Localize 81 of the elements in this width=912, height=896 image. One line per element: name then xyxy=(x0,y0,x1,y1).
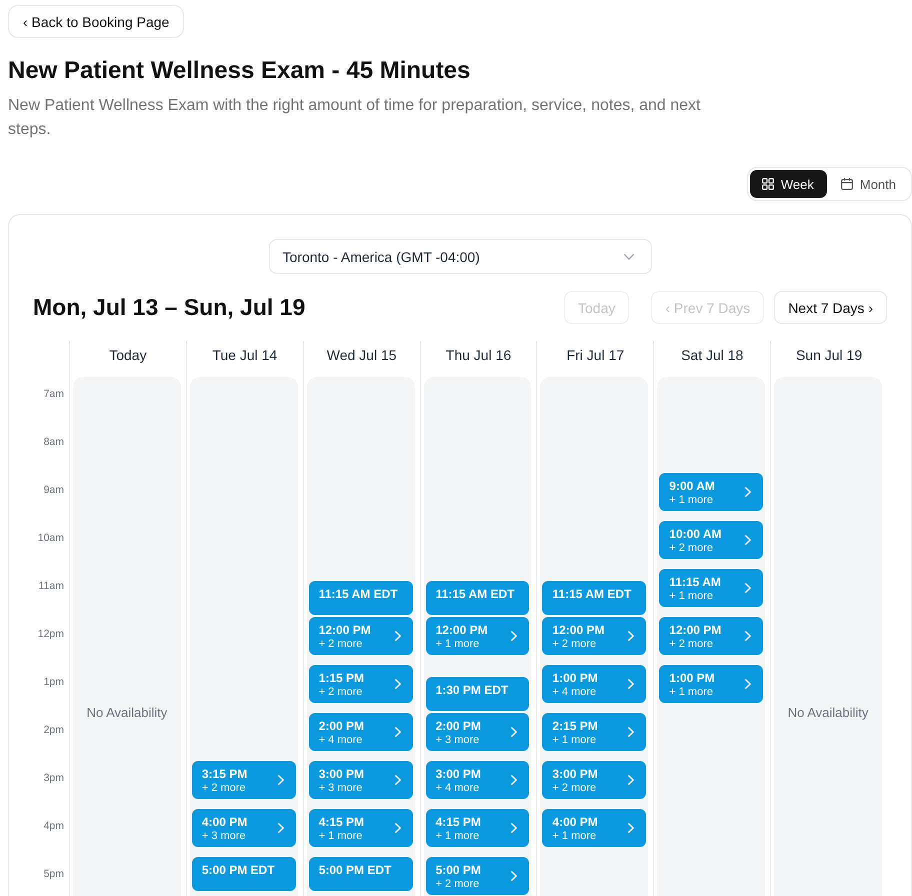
day-header: Wed Jul 15 xyxy=(326,346,398,365)
page-title: New Patient Wellness Exam - 45 Minutes xyxy=(8,56,470,86)
time-slot-button[interactable]: 9:00 AM + 1 more xyxy=(659,473,764,511)
chevron-right-icon xyxy=(628,679,634,689)
hour-label: 2pm xyxy=(44,724,64,736)
hour-label: 5pm xyxy=(44,868,64,880)
back-button[interactable]: ‹ Back to Booking Page xyxy=(8,5,184,38)
time-slot-button[interactable]: 5:00 PM EDT xyxy=(192,857,296,891)
chevron-right-icon xyxy=(628,631,634,641)
no-availability-label: No Availability xyxy=(788,705,868,721)
hour-label: 7am xyxy=(44,388,64,400)
day-header: Sun Jul 19 xyxy=(794,346,864,365)
time-slot-button[interactable]: 12:00 PM + 2 more xyxy=(659,617,764,655)
chevron-right-icon xyxy=(394,775,401,785)
hour-label: 10am xyxy=(38,532,64,544)
day-header: Fri Jul 17 xyxy=(566,346,626,365)
time-slot-button[interactable]: 3:00 PM + 2 more xyxy=(542,761,646,799)
time-slot-button[interactable]: 1:00 PM + 1 more xyxy=(659,665,764,703)
time-slot-button[interactable]: 3:00 PM + 4 more xyxy=(426,761,530,799)
chevron-right-icon xyxy=(394,679,401,689)
description: New Patient Wellness Exam with the right amount of time for preparation, service, notes, and next steps. xyxy=(8,96,702,140)
day-header: Thu Jul 16 xyxy=(444,346,512,365)
time-slot-button[interactable]: 2:00 PM + 4 more xyxy=(308,713,413,751)
chevron-right-icon xyxy=(511,775,518,785)
chevron-right-icon xyxy=(745,631,752,641)
hour-label: 9am xyxy=(44,484,64,496)
day-header: Sat Jul 18 xyxy=(680,346,744,365)
chevron-right-icon xyxy=(394,823,401,833)
time-slot-button[interactable]: 10:00 AM + 2 more xyxy=(659,521,764,559)
time-slot-button[interactable]: 4:00 PM + 3 more xyxy=(192,809,296,847)
chevron-right-icon xyxy=(511,871,518,881)
time-slot-button[interactable]: 5:00 PM + 2 more xyxy=(426,857,530,895)
time-slot-button[interactable]: 1:30 PM EDT xyxy=(426,677,530,711)
chevron-right-icon xyxy=(394,727,401,737)
time-slot-button[interactable]: 4:15 PM + 1 more xyxy=(426,809,530,847)
day-header: Today xyxy=(108,346,148,365)
hour-label: 4pm xyxy=(44,820,64,832)
chevron-right-icon xyxy=(278,823,284,833)
view-tab[interactable]: Week xyxy=(750,170,827,198)
view-tab[interactable]: Month xyxy=(828,170,909,198)
day-header: Tue Jul 14 xyxy=(211,346,278,365)
calendar-icon xyxy=(840,178,853,190)
time-slot-button[interactable]: 11:15 AM EDT xyxy=(308,581,413,615)
hour-label: 3pm xyxy=(44,772,64,784)
no-availability-label: No Availability xyxy=(86,705,168,721)
time-slot-button[interactable]: 3:15 PM + 2 more xyxy=(192,761,296,799)
chevron-right-icon xyxy=(628,823,634,833)
chevron-right-icon xyxy=(511,727,518,737)
time-slot-button[interactable]: 2:00 PM + 3 more xyxy=(426,713,530,751)
time-slot-button[interactable]: 4:00 PM + 1 more xyxy=(542,809,646,847)
time-slot-button[interactable]: 1:00 PM + 4 more xyxy=(542,665,646,703)
chevron-right-icon xyxy=(278,775,284,785)
time-slot-button[interactable]: 11:15 AM EDT xyxy=(426,581,530,615)
chevron-right-icon xyxy=(511,631,518,641)
hour-label: 1pm xyxy=(44,676,64,688)
time-slot-button[interactable]: 1:15 PM + 2 more xyxy=(308,665,413,703)
time-slot-button[interactable]: 12:00 PM + 2 more xyxy=(308,617,413,655)
timezone-select[interactable]: Toronto - America (GMT -04:00) xyxy=(268,239,652,274)
chevron-right-icon xyxy=(628,775,634,785)
chevron-right-icon xyxy=(628,727,634,737)
hour-label: 11am xyxy=(38,580,64,592)
chevron-down-icon xyxy=(624,254,634,260)
time-slot-button[interactable]: 4:15 PM + 1 more xyxy=(308,809,413,847)
hour-label: 8am xyxy=(44,436,64,448)
time-slot-button[interactable]: 2:15 PM + 1 more xyxy=(542,713,646,751)
chevron-right-icon xyxy=(745,679,752,689)
chevron-right-icon xyxy=(394,631,401,641)
grid-icon xyxy=(762,178,774,190)
chevron-right-icon xyxy=(745,583,752,593)
next-week-button[interactable]: Next 7 Days › xyxy=(774,291,887,324)
time-slot-button[interactable]: 5:00 PM EDT xyxy=(308,857,413,891)
chevron-right-icon xyxy=(511,823,518,833)
time-slot-button[interactable]: 12:00 PM + 1 more xyxy=(426,617,530,655)
time-slot-button[interactable]: 11:15 AM + 1 more xyxy=(659,569,764,607)
time-slot-button[interactable]: 11:15 AM EDT xyxy=(542,581,646,615)
chevron-right-icon xyxy=(745,535,752,545)
date-range-title: Mon, Jul 13 – Sun, Jul 19 xyxy=(33,294,306,321)
time-slot-button[interactable]: 3:00 PM + 3 more xyxy=(308,761,413,799)
time-slot-button[interactable]: 12:00 PM + 2 more xyxy=(542,617,646,655)
hour-label: 12pm xyxy=(38,628,64,640)
chevron-right-icon xyxy=(745,487,752,497)
